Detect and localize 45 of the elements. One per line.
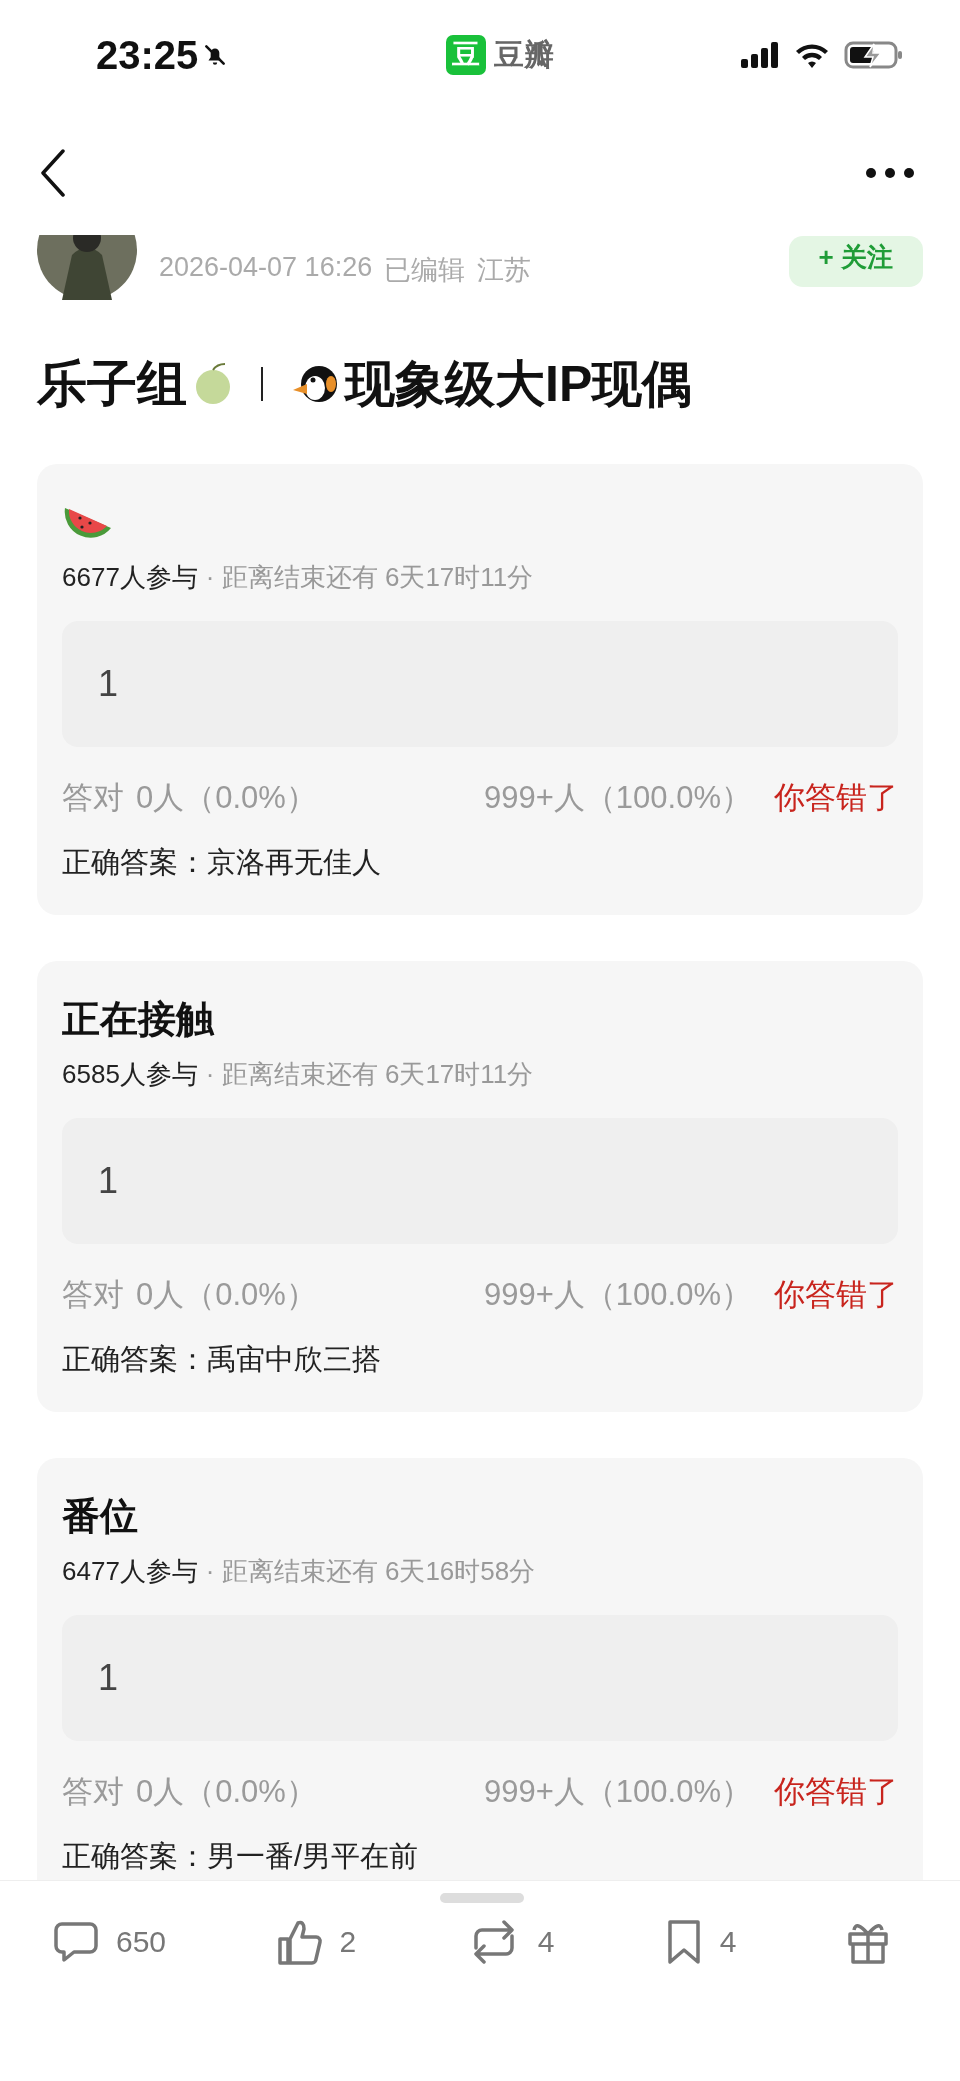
time-remaining: · 距离结束还有 6天16时58分	[205, 1555, 536, 1588]
melon-icon	[193, 362, 233, 406]
wrong-count: 999+人（100.0%）	[484, 1276, 752, 1314]
time-remaining: · 距离结束还有 6天17时11分	[205, 561, 534, 594]
correct-count: 0人（0.0%）	[136, 779, 317, 817]
post-date: 2026-04-07 16:26	[159, 252, 373, 284]
action-count: 4	[537, 1925, 555, 1959]
action-count: 4	[719, 1925, 737, 1959]
quiz-title: 番位	[62, 1493, 138, 1539]
app-name: 豆瓣	[494, 36, 554, 73]
post-location: 江苏	[477, 254, 532, 287]
participant-count: 6585人参与	[62, 1058, 198, 1091]
wrong-count: 999+人（100.0%）	[484, 779, 752, 817]
answer-field: 1	[62, 621, 898, 747]
result-label: 你答错了	[774, 779, 898, 817]
correct-label: 答对	[62, 779, 124, 817]
correct-answer: 正确答案：男一番/男平在前	[62, 1839, 420, 1874]
answer-field: 1	[62, 1118, 898, 1244]
action-count: 2	[339, 1925, 357, 1959]
wrong-count: 999+人（100.0%）	[484, 1773, 752, 1811]
time-remaining: · 距离结束还有 6天17时11分	[205, 1058, 534, 1091]
app-logo: 豆	[446, 35, 486, 75]
result-label: 你答错了	[774, 1773, 898, 1811]
follow-button[interactable]: + 关注	[788, 236, 923, 287]
drag-handle[interactable]	[440, 1893, 524, 1903]
more-icon[interactable]	[865, 166, 915, 179]
battery-charging-icon	[844, 40, 904, 70]
correct-label: 答对	[62, 1773, 124, 1811]
answer-field: 1	[62, 1615, 898, 1741]
status-time: 23:25	[96, 32, 199, 78]
correct-answer: 正确答案：禹宙中欣三搭	[62, 1342, 382, 1377]
correct-label: 答对	[62, 1276, 124, 1314]
correct-answer: 正确答案：京洛再无佳人	[62, 845, 382, 880]
correct-count: 0人（0.0%）	[136, 1773, 317, 1811]
participant-count: 6477人参与	[62, 1555, 198, 1588]
signal-icon	[740, 41, 780, 69]
result-label: 你答错了	[774, 1276, 898, 1314]
post-title: 乐子组	[37, 354, 187, 414]
action-count: 650	[116, 1925, 167, 1959]
post-title: 现象级大IP现偶	[345, 354, 693, 414]
quiz-title: 正在接触	[62, 996, 214, 1042]
back-icon[interactable]	[40, 148, 66, 197]
participant-count: 6677人参与	[62, 561, 198, 594]
correct-count: 0人（0.0%）	[136, 1276, 317, 1314]
edited-label: 已编辑	[384, 254, 466, 287]
